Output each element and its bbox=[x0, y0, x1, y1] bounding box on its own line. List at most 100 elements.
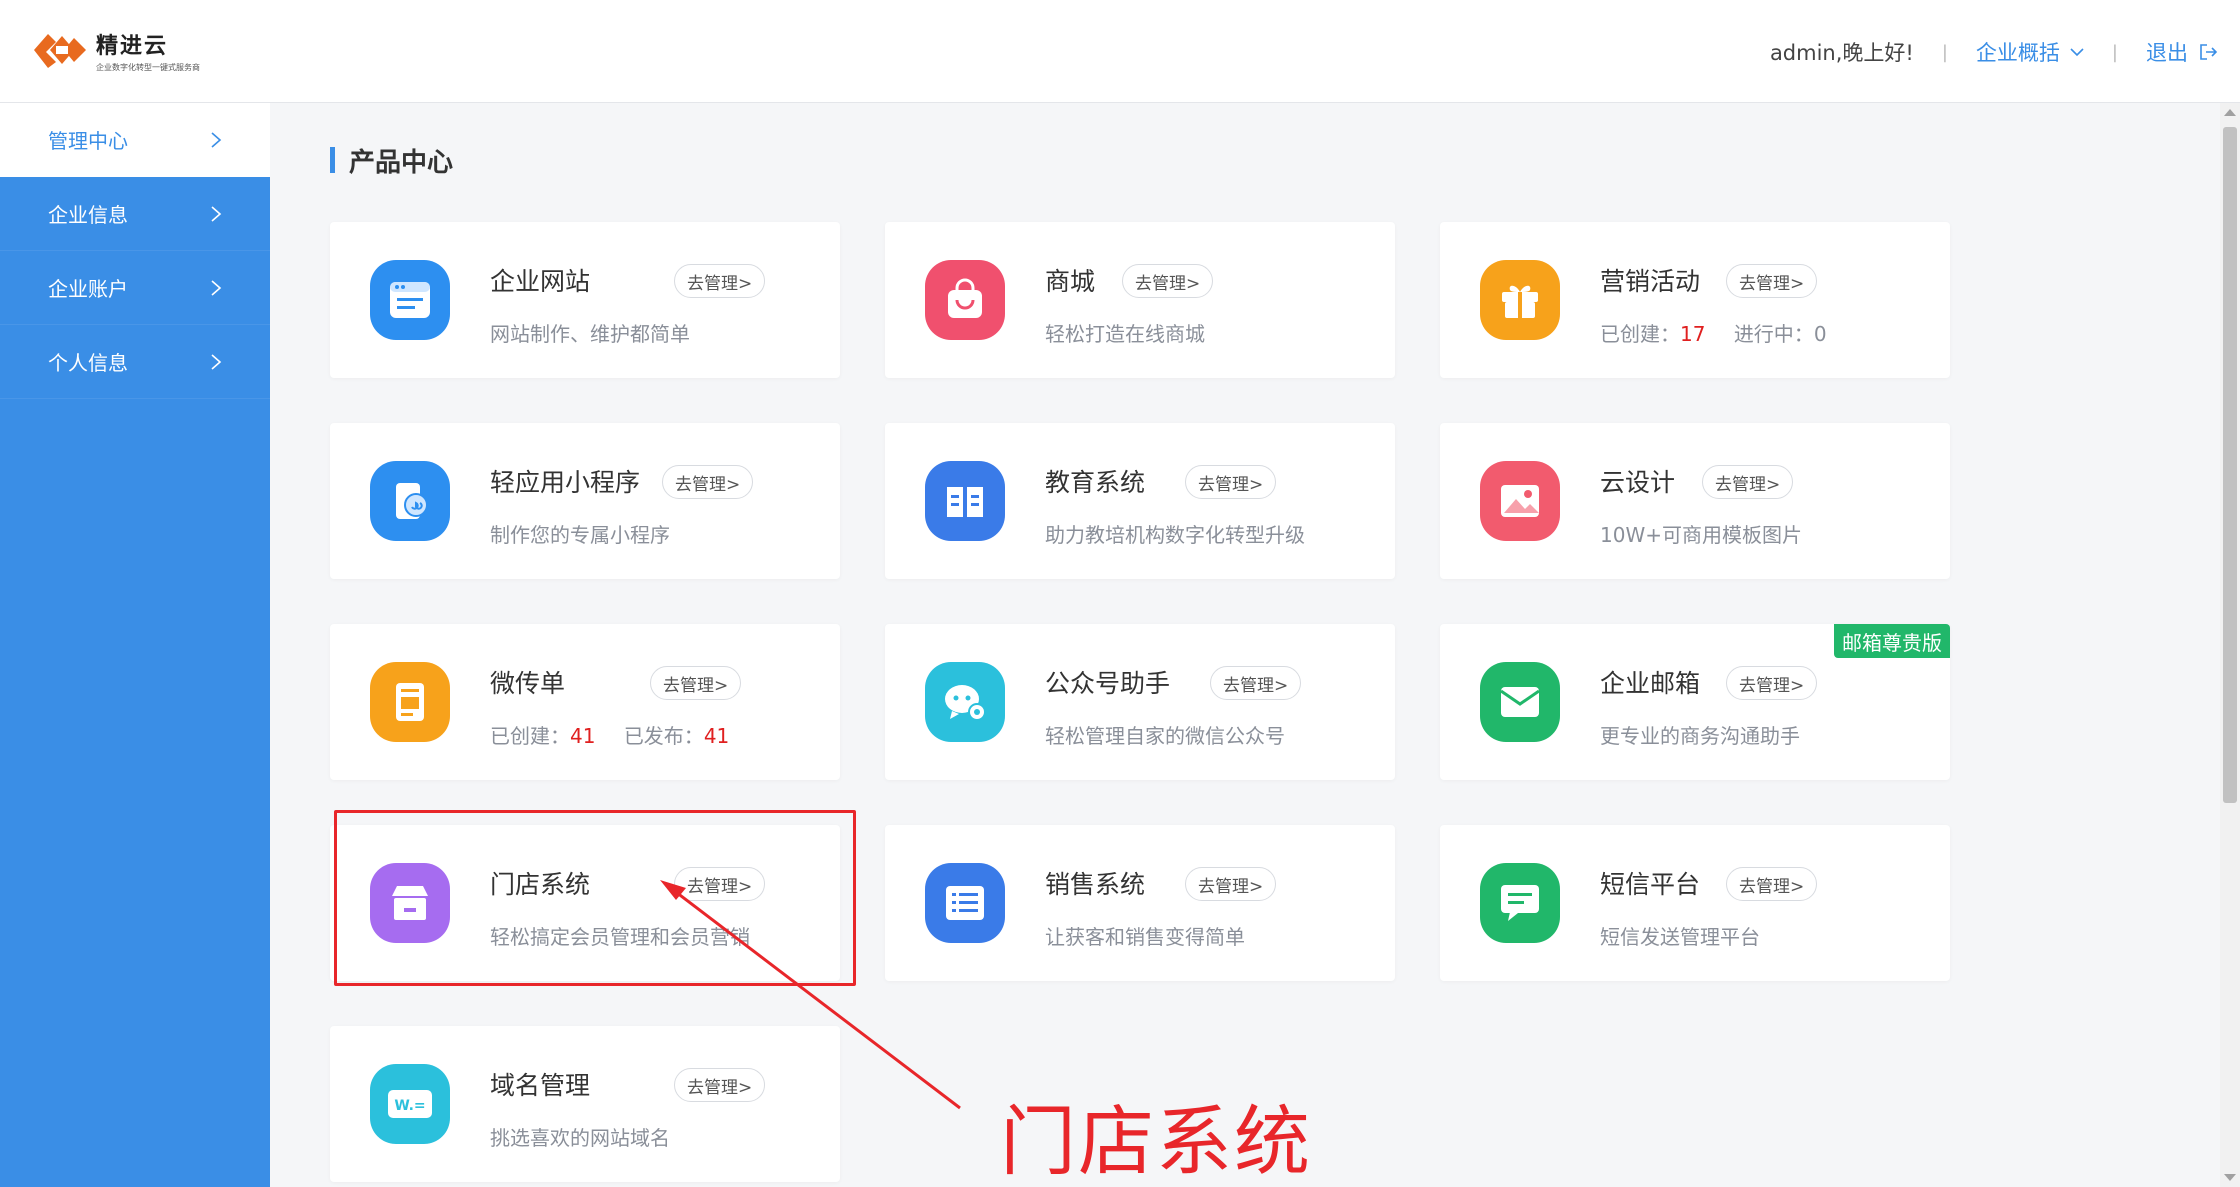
scrollbar-thumb[interactable] bbox=[2223, 127, 2237, 803]
logo[interactable]: 精进云 企业数字化转型一键式服务商 bbox=[34, 28, 200, 72]
stat-value: 41 bbox=[570, 724, 596, 748]
website-icon bbox=[370, 260, 450, 340]
product-card-sms-platform[interactable]: 短信平台 去管理> 短信发送管理平台 bbox=[1440, 825, 1950, 981]
logo-mark-icon bbox=[34, 30, 86, 70]
enterprise-overview-label: 企业概括 bbox=[1975, 41, 2060, 65]
logo-name: 精进云 bbox=[96, 33, 169, 59]
divider: | bbox=[2111, 41, 2118, 63]
sidebar-item-enterprise-info[interactable]: 企业信息 bbox=[0, 177, 270, 251]
product-card-wechat-assistant[interactable]: 公众号助手 去管理> 轻松管理自家的微信公众号 bbox=[885, 624, 1395, 780]
product-card-website[interactable]: 企业网站 去管理> 网站制作、维护都简单 bbox=[330, 222, 840, 378]
manage-button[interactable]: 去管理> bbox=[1726, 867, 1818, 901]
product-name: 云设计 bbox=[1600, 468, 1676, 497]
stat-value: 17 bbox=[1680, 322, 1706, 346]
product-name: 公众号助手 bbox=[1045, 669, 1171, 698]
product-card-mini-program[interactable]: 轻应用小程序 去管理> 制作您的专属小程序 bbox=[330, 423, 840, 579]
manage-button[interactable]: 去管理> bbox=[1185, 465, 1277, 499]
stat-label: 已发布： bbox=[623, 724, 704, 748]
product-name: 企业邮箱 bbox=[1600, 669, 1701, 698]
product-card-store-system[interactable]: 门店系统 去管理> 轻松搞定会员管理和会员营销 bbox=[330, 825, 840, 981]
chevron-right-icon bbox=[211, 353, 222, 370]
sidebar: 管理中心 企业信息 企业账户 个人信息 bbox=[0, 103, 270, 1187]
logout-icon bbox=[2200, 44, 2218, 60]
product-name: 域名管理 bbox=[490, 1071, 591, 1100]
manage-button[interactable]: 去管理> bbox=[1702, 465, 1794, 499]
manage-button[interactable]: 去管理> bbox=[1185, 867, 1277, 901]
manage-button[interactable]: 去管理> bbox=[650, 666, 742, 700]
sidebar-item-label: 企业账户 bbox=[48, 277, 128, 301]
product-desc: 10W+可商用模板图片 bbox=[1600, 523, 1802, 547]
manage-button[interactable]: 去管理> bbox=[662, 465, 754, 499]
domain-icon: W.= bbox=[370, 1064, 450, 1144]
product-desc: 短信发送管理平台 bbox=[1600, 925, 1760, 949]
manage-button[interactable]: 去管理> bbox=[1726, 666, 1818, 700]
book-icon bbox=[925, 461, 1005, 541]
wechat-icon bbox=[925, 662, 1005, 742]
manage-button[interactable]: 去管理> bbox=[674, 867, 766, 901]
product-desc: 网站制作、维护都简单 bbox=[490, 322, 690, 346]
annotation-label: 门店系统 bbox=[1000, 1097, 1312, 1186]
svg-text:W.=: W.= bbox=[394, 1098, 425, 1114]
manage-button[interactable]: 去管理> bbox=[1122, 264, 1214, 298]
shopping-bag-icon bbox=[925, 260, 1005, 340]
top-header: 精进云 企业数字化转型一键式服务商 admin,晚上好! | 企业概括 | 退出 bbox=[0, 0, 2240, 103]
product-name: 商城 bbox=[1045, 267, 1096, 296]
sidebar-item-management-center[interactable]: 管理中心 bbox=[0, 103, 270, 177]
product-card-domain[interactable]: W.= 域名管理 去管理> 挑选喜欢的网站域名 bbox=[330, 1026, 840, 1182]
stat-label: 进行中： bbox=[1733, 322, 1814, 346]
product-stats: 已创建：41 已发布：41 bbox=[490, 720, 729, 749]
vertical-scrollbar[interactable] bbox=[2220, 103, 2240, 1187]
product-desc: 轻松搞定会员管理和会员营销 bbox=[490, 925, 750, 949]
product-desc: 制作您的专属小程序 bbox=[490, 523, 670, 547]
chevron-right-icon bbox=[211, 205, 222, 222]
image-icon bbox=[1480, 461, 1560, 541]
product-name: 轻应用小程序 bbox=[490, 468, 641, 497]
sidebar-item-enterprise-account[interactable]: 企业账户 bbox=[0, 251, 270, 325]
product-name: 门店系统 bbox=[490, 870, 591, 899]
product-name: 营销活动 bbox=[1600, 267, 1701, 296]
manage-button[interactable]: 去管理> bbox=[1210, 666, 1302, 700]
mail-icon bbox=[1480, 662, 1560, 742]
stat-value: 0 bbox=[1813, 322, 1827, 346]
logo-slogan: 企业数字化转型一键式服务商 bbox=[96, 62, 200, 72]
product-card-mall[interactable]: 商城 去管理> 轻松打造在线商城 bbox=[885, 222, 1395, 378]
manage-button[interactable]: 去管理> bbox=[674, 1068, 766, 1102]
store-icon bbox=[370, 863, 450, 943]
product-name: 企业网站 bbox=[490, 267, 591, 296]
product-desc: 助力教培机构数字化转型升级 bbox=[1045, 523, 1305, 547]
scroll-down-arrow-icon[interactable] bbox=[2224, 1174, 2236, 1181]
sidebar-item-label: 企业信息 bbox=[48, 203, 128, 227]
product-card-enterprise-mail[interactable]: 邮箱尊贵版 企业邮箱 去管理> 更专业的商务沟通助手 bbox=[1440, 624, 1950, 780]
stat-value: 41 bbox=[703, 724, 730, 748]
gift-icon bbox=[1480, 260, 1560, 340]
product-stats: 已创建：17 进行中：0 bbox=[1600, 318, 1827, 347]
product-card-cloud-design[interactable]: 云设计 去管理> 10W+可商用模板图片 bbox=[1440, 423, 1950, 579]
flyer-icon bbox=[370, 662, 450, 742]
product-name: 销售系统 bbox=[1045, 870, 1146, 899]
divider: | bbox=[1941, 41, 1948, 63]
manage-button[interactable]: 去管理> bbox=[1726, 264, 1818, 298]
product-card-flyer[interactable]: 微传单 去管理> 已创建：41 已发布：41 bbox=[330, 624, 840, 780]
logout-button[interactable]: 退出 bbox=[2146, 37, 2218, 67]
logout-label: 退出 bbox=[2146, 41, 2188, 65]
product-desc: 让获客和销售变得简单 bbox=[1045, 925, 1245, 949]
product-card-sales-system[interactable]: 销售系统 去管理> 让获客和销售变得简单 bbox=[885, 825, 1395, 981]
section-title: 产品中心 bbox=[330, 145, 453, 178]
product-name: 微传单 bbox=[490, 669, 566, 698]
stat-label: 已创建： bbox=[490, 724, 570, 748]
chevron-down-icon bbox=[2070, 48, 2084, 57]
sms-icon bbox=[1480, 863, 1560, 943]
scroll-up-arrow-icon[interactable] bbox=[2224, 109, 2236, 116]
sidebar-item-personal-info[interactable]: 个人信息 bbox=[0, 325, 270, 399]
chevron-right-icon bbox=[211, 279, 222, 296]
product-card-education[interactable]: 教育系统 去管理> 助力教培机构数字化转型升级 bbox=[885, 423, 1395, 579]
sidebar-item-label: 管理中心 bbox=[48, 129, 128, 153]
product-card-marketing[interactable]: 营销活动 去管理> 已创建：17 进行中：0 bbox=[1440, 222, 1950, 378]
premium-badge: 邮箱尊贵版 bbox=[1834, 624, 1950, 658]
product-desc: 轻松打造在线商城 bbox=[1045, 322, 1205, 346]
product-name: 短信平台 bbox=[1600, 870, 1701, 899]
enterprise-overview-dropdown[interactable]: 企业概括 bbox=[1976, 37, 2084, 67]
main-content: 产品中心 企业网站 去管理> 网站制作、维护都简单 商城 去管理> 轻松打造在线… bbox=[270, 103, 2220, 1187]
manage-button[interactable]: 去管理> bbox=[674, 264, 766, 298]
list-icon bbox=[925, 863, 1005, 943]
